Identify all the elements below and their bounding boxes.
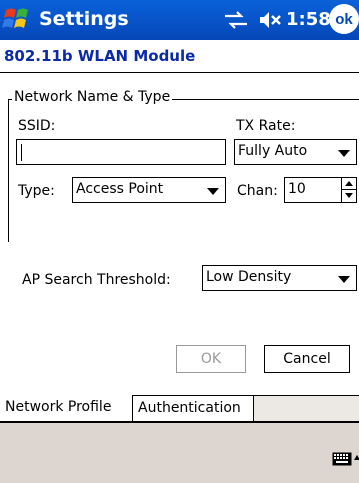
ok-close-button[interactable]: ok (329, 4, 359, 34)
network-name-type-group (8, 99, 359, 242)
channel-value: 10 (288, 181, 306, 197)
tx-rate-select[interactable]: Fully Auto (234, 139, 357, 165)
heading-divider (0, 72, 359, 73)
arrow-down-icon (345, 193, 353, 198)
spinner-buttons (341, 178, 356, 202)
page-title: 802.11b WLAN Module (4, 47, 196, 65)
ssid-input[interactable] (16, 139, 226, 165)
chan-label: Chan: (237, 183, 278, 199)
spin-down-button[interactable] (342, 190, 356, 202)
channel-spinner[interactable]: 10 (284, 177, 357, 203)
start-flag-icon[interactable] (2, 4, 32, 34)
type-select[interactable]: Access Point (72, 177, 226, 203)
tab-bar-fill (254, 396, 359, 422)
keyboard-icon[interactable] (332, 452, 352, 466)
menu-bar-divider (0, 422, 359, 423)
tab-network-profile[interactable]: Network Profile (0, 395, 133, 422)
ok-button[interactable]: OK (176, 345, 246, 373)
connectivity-icon[interactable] (222, 10, 250, 30)
ok-close-label: ok (335, 10, 353, 28)
ap-search-threshold-value: Low Density (206, 269, 292, 285)
type-value: Access Point (76, 181, 164, 197)
tx-rate-value: Fully Auto (238, 143, 308, 159)
ssid-label: SSID: (18, 118, 56, 134)
title-bar: Settings 1:58 ok (0, 0, 359, 40)
type-label: Type: (18, 183, 55, 199)
chevron-down-icon (338, 276, 350, 283)
app-title: Settings (39, 8, 129, 30)
input-menu-arrow-icon[interactable] (354, 455, 359, 460)
group-label: Network Name & Type (12, 89, 173, 105)
chevron-down-icon (207, 188, 219, 195)
clock[interactable]: 1:58 (286, 9, 331, 30)
text-caret (21, 144, 22, 161)
arrow-up-icon (345, 181, 353, 186)
ap-search-threshold-label: AP Search Threshold: (22, 272, 171, 288)
ap-search-threshold-select[interactable]: Low Density (202, 265, 357, 291)
cancel-button[interactable]: Cancel (264, 345, 350, 373)
chevron-down-icon (338, 150, 350, 157)
volume-muted-icon[interactable] (258, 10, 284, 30)
spin-up-button[interactable] (342, 178, 356, 190)
tab-authentication[interactable]: Authentication (133, 395, 254, 422)
tx-rate-label: TX Rate: (236, 118, 296, 134)
menu-bar (0, 422, 359, 483)
